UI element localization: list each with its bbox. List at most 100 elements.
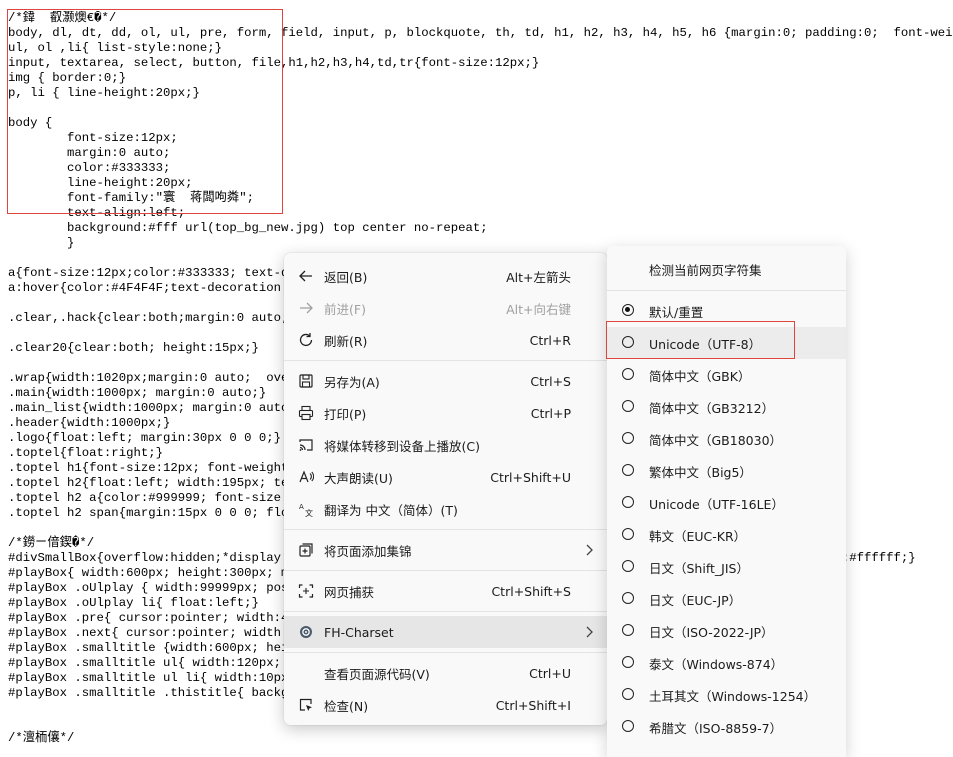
charset-option-label: Unicode（UTF-16LE） bbox=[649, 496, 784, 512]
menu-item-shortcut: Ctrl+R bbox=[529, 332, 571, 348]
radio-icon bbox=[622, 592, 634, 604]
charset-option-euc-jp[interactable]: 日文（EUC-JP） bbox=[607, 583, 846, 615]
charset-option-label: 简体中文（GB3212） bbox=[649, 400, 775, 416]
charset-option-iso-8859-7[interactable]: 希腊文（ISO-8859-7） bbox=[607, 711, 846, 743]
radio-icon bbox=[622, 336, 634, 348]
menu-item-label: 刷新(R) bbox=[324, 333, 368, 349]
menu-item-forward[interactable]: 前进(F) Alt+向右键 bbox=[284, 292, 607, 324]
charset-option-gbk[interactable]: 简体中文（GBK） bbox=[607, 359, 846, 391]
source-line: ul, ol ,li{ list-style:none;} bbox=[8, 41, 223, 55]
menu-item-label: 大声朗读(U) bbox=[324, 470, 393, 486]
source-line: body { bbox=[8, 116, 53, 130]
charset-option-utf-16le[interactable]: Unicode（UTF-16LE） bbox=[607, 487, 846, 519]
charset-detect-item[interactable]: 检测当前网页字符集 bbox=[607, 252, 846, 286]
charset-option-label: 简体中文（GB18030） bbox=[649, 432, 783, 448]
radio-icon bbox=[622, 656, 634, 668]
menu-item-view-source[interactable]: 查看页面源代码(V) Ctrl+U bbox=[284, 657, 607, 689]
radio-icon bbox=[622, 432, 634, 444]
menu-item-label: 另存为(A) bbox=[324, 374, 380, 390]
source-line: /*鍏 叡灏燠€�*/ bbox=[8, 11, 117, 25]
menu-item-shortcut: Alt+向右键 bbox=[506, 301, 571, 317]
source-line bbox=[8, 101, 953, 116]
radio-icon bbox=[622, 688, 634, 700]
menu-item-shortcut: Ctrl+Shift+S bbox=[491, 583, 571, 599]
forward-arrow-icon bbox=[297, 299, 315, 317]
menu-divider bbox=[284, 570, 607, 571]
context-menu: 返回(B) Alt+左箭头 前进(F) Alt+向右键 刷新(R) Ctrl+R… bbox=[284, 253, 607, 725]
menu-divider bbox=[284, 611, 607, 612]
radio-icon bbox=[622, 560, 634, 572]
source-line: p, li { line-height:20px;} bbox=[8, 86, 200, 100]
menu-item-shortcut: Alt+左箭头 bbox=[506, 269, 571, 285]
svg-text:A: A bbox=[299, 503, 304, 511]
menu-item-label: 前进(F) bbox=[324, 301, 366, 317]
source-line: font-size:12px; bbox=[8, 131, 178, 145]
menu-divider bbox=[284, 360, 607, 361]
charset-option-label: 默认/重置 bbox=[649, 304, 704, 320]
menu-item-read-aloud[interactable]: 大声朗读(U) Ctrl+Shift+U bbox=[284, 461, 607, 493]
menu-item-translate[interactable]: A文 翻译为 中文（简体）(T) bbox=[284, 493, 607, 525]
charset-option-shift-jis[interactable]: 日文（Shift_JIS） bbox=[607, 551, 846, 583]
menu-item-add-to-collections[interactable]: 将页面添加集锦 bbox=[284, 534, 607, 566]
collections-icon bbox=[297, 541, 315, 559]
menu-item-label: 网页捕获 bbox=[324, 584, 375, 600]
menu-item-inspect[interactable]: 检查(N) Ctrl+Shift+I bbox=[284, 689, 607, 721]
radio-icon bbox=[622, 464, 634, 476]
charset-option-label: 日文（ISO-2022-JP） bbox=[649, 624, 774, 640]
menu-item-cast-media[interactable]: 将媒体转移到设备上播放(C) bbox=[284, 429, 607, 461]
chevron-right-icon bbox=[586, 626, 593, 638]
menu-item-shortcut: Ctrl+S bbox=[530, 373, 571, 389]
source-line: margin:0 auto; bbox=[8, 146, 171, 160]
charset-option-default-reset[interactable]: 默认/重置 bbox=[607, 295, 846, 327]
menu-item-print[interactable]: 打印(P) Ctrl+P bbox=[284, 397, 607, 429]
menu-item-fh-charset[interactable]: FH-Charset bbox=[284, 616, 607, 648]
charset-option-label: 希腊文（ISO-8859-7） bbox=[649, 720, 783, 736]
menu-divider bbox=[607, 290, 846, 291]
svg-text:文: 文 bbox=[305, 508, 313, 517]
charset-option-utf-8[interactable]: Unicode（UTF-8） bbox=[607, 327, 846, 359]
web-capture-icon bbox=[297, 582, 315, 600]
charset-submenu: 检测当前网页字符集 默认/重置 Unicode（UTF-8） 简体中文（GBK）… bbox=[607, 246, 846, 757]
charset-option-label: 日文（EUC-JP） bbox=[649, 592, 742, 608]
extension-icon bbox=[297, 623, 315, 641]
menu-item-shortcut: Ctrl+Shift+U bbox=[490, 469, 571, 485]
menu-item-web-capture[interactable]: 网页捕获 Ctrl+Shift+S bbox=[284, 575, 607, 607]
inspect-icon bbox=[297, 696, 315, 714]
translate-icon: A文 bbox=[297, 500, 315, 518]
radio-icon bbox=[622, 368, 634, 380]
charset-option-label: Unicode（UTF-8） bbox=[649, 336, 762, 352]
source-line: background:#fff url(top_bg_new.jpg) top … bbox=[8, 221, 488, 235]
charset-option-iso-2022-jp[interactable]: 日文（ISO-2022-JP） bbox=[607, 615, 846, 647]
source-line: line-height:20px; bbox=[8, 176, 193, 190]
radio-icon bbox=[622, 496, 634, 508]
back-arrow-icon bbox=[297, 267, 315, 285]
menu-item-label: 打印(P) bbox=[324, 406, 367, 422]
menu-item-label: 翻译为 中文（简体）(T) bbox=[324, 502, 458, 518]
menu-item-label: 将页面添加集锦 bbox=[324, 543, 412, 559]
read-aloud-icon bbox=[297, 468, 315, 486]
menu-item-back[interactable]: 返回(B) Alt+左箭头 bbox=[284, 260, 607, 292]
charset-option-windows-1254[interactable]: 土耳其文（Windows-1254） bbox=[607, 679, 846, 711]
menu-item-save-as[interactable]: 另存为(A) Ctrl+S bbox=[284, 365, 607, 397]
menu-item-refresh[interactable]: 刷新(R) Ctrl+R bbox=[284, 324, 607, 356]
charset-option-label: 韩文（EUC-KR） bbox=[649, 528, 747, 544]
charset-option-big5[interactable]: 繁体中文（Big5） bbox=[607, 455, 846, 487]
charset-option-label: 繁体中文（Big5） bbox=[649, 464, 752, 480]
source-line: color:#333333; bbox=[8, 161, 171, 175]
print-icon bbox=[297, 404, 315, 422]
charset-option-euc-kr[interactable]: 韩文（EUC-KR） bbox=[607, 519, 846, 551]
save-as-icon bbox=[297, 372, 315, 390]
source-line: text-align:left; bbox=[8, 206, 186, 220]
menu-item-shortcut: Ctrl+P bbox=[530, 405, 571, 421]
menu-item-label: 将媒体转移到设备上播放(C) bbox=[324, 438, 480, 454]
charset-option-gb18030[interactable]: 简体中文（GB18030） bbox=[607, 423, 846, 455]
menu-item-label: FH-Charset bbox=[324, 624, 394, 640]
charset-option-windows-874[interactable]: 泰文（Windows-874） bbox=[607, 647, 846, 679]
charset-option-gb3212[interactable]: 简体中文（GB3212） bbox=[607, 391, 846, 423]
source-line: img { border:0;} bbox=[8, 71, 127, 85]
refresh-icon bbox=[297, 331, 315, 349]
source-line: font-family:"寰 蒋闆呴粦"; bbox=[8, 191, 254, 205]
radio-icon bbox=[622, 400, 634, 412]
menu-item-shortcut: Ctrl+U bbox=[529, 665, 571, 681]
menu-item-label: 检查(N) bbox=[324, 698, 369, 714]
